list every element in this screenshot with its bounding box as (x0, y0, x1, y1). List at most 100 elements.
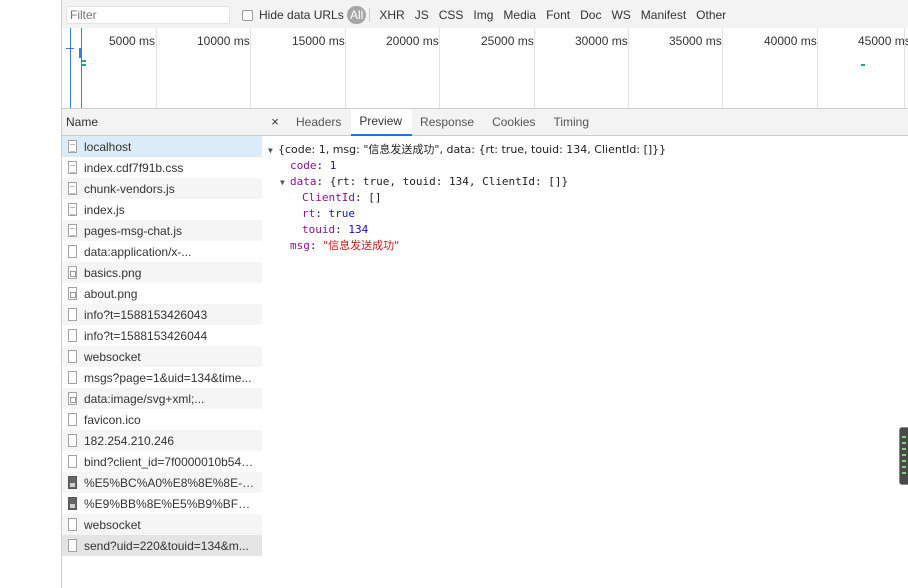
type-filter-font[interactable]: Font (541, 6, 575, 24)
request-row[interactable]: websocket (62, 346, 262, 367)
type-filter-xhr[interactable]: XHR (374, 6, 409, 24)
doc-icon (68, 224, 77, 237)
image-icon (68, 266, 77, 279)
close-details-icon[interactable]: × (262, 109, 288, 135)
hide-data-urls-checkbox[interactable] (242, 9, 253, 21)
type-filter-media[interactable]: Media (498, 6, 541, 24)
timeline-tick-label: 30000 ms (575, 34, 628, 48)
timeline-overview[interactable]: 5000 ms 10000 ms 15000 ms 20000 ms 25000… (62, 28, 908, 109)
request-row[interactable]: index.cdf7f91b.css (62, 157, 262, 178)
type-filter-ws[interactable]: WS (606, 6, 635, 24)
request-row-selected[interactable]: send?uid=220&touid=134&m... (62, 535, 262, 556)
timeline-tick-label: 40000 ms (764, 34, 817, 48)
type-filter-js[interactable]: JS (410, 6, 434, 24)
timeline-tick: 30000 ms (575, 28, 629, 108)
hide-data-urls-toggle[interactable]: Hide data URLs (242, 8, 344, 22)
request-name: msgs?page=1&uid=134&time... (84, 370, 252, 385)
request-name: websocket (84, 517, 141, 532)
timeline-tick-label: 5000 ms (109, 34, 156, 48)
request-name: data:image/svg+xml;... (84, 391, 205, 406)
file-icon (68, 455, 77, 468)
request-row[interactable]: info?t=1588153426043 (62, 304, 262, 325)
request-row[interactable]: pages-msg-chat.js (62, 220, 262, 241)
type-divider (369, 8, 371, 22)
request-row[interactable]: about.png (62, 283, 262, 304)
request-details-pane: × Headers Preview Response Cookies Timin… (262, 109, 908, 588)
type-filter-other[interactable]: Other (691, 6, 731, 24)
expand-triangle-icon[interactable]: ▼ (280, 175, 290, 191)
request-row[interactable]: %E9%BB%8E%E5%B9%BF%E6... (62, 493, 262, 514)
json-root-summary: {code: 1, msg: "信息发送成功", data: {rt: true… (278, 143, 667, 156)
request-row[interactable]: index.js (62, 199, 262, 220)
json-property: rt: true (302, 207, 356, 220)
request-name: info?t=1588153426043 (84, 307, 208, 322)
json-object-line[interactable]: ▼ data: {rt: true, touid: 134, ClientId: … (262, 174, 908, 190)
timeline-tick-label: 15000 ms (292, 34, 345, 48)
filter-input[interactable] (66, 6, 230, 24)
timeline-request-bar (82, 60, 86, 62)
json-key: rt (302, 207, 316, 220)
json-number: 134 (348, 223, 369, 236)
tab-preview[interactable]: Preview (351, 109, 413, 136)
json-root-line[interactable]: ▼ {code: 1, msg: "信息发送成功", data: {rt: tru… (262, 142, 908, 158)
widget-mark (902, 466, 906, 468)
tab-timing[interactable]: Timing (545, 109, 599, 135)
image-icon (68, 287, 77, 300)
json-array: [] (368, 191, 382, 204)
request-name: %E9%BB%8E%E5%B9%BF%E6... (84, 496, 256, 511)
timeline-tick-label: 35000 ms (669, 34, 722, 48)
request-row[interactable]: %E5%BC%A0%E8%8E%8E-201... (62, 472, 262, 493)
request-name: info?t=1588153426044 (84, 328, 208, 343)
json-preview: ▼ {code: 1, msg: "信息发送成功", data: {rt: tru… (262, 136, 908, 254)
page-background (0, 0, 61, 588)
timeline-tick: 45000 ms (858, 28, 908, 108)
type-filter-css[interactable]: CSS (434, 6, 469, 24)
tab-headers[interactable]: Headers (288, 109, 351, 135)
widget-mark (902, 448, 906, 450)
request-row[interactable]: msgs?page=1&uid=134&time... (62, 367, 262, 388)
doc-icon (68, 161, 77, 174)
json-property: msg: "信息发送成功" (290, 239, 400, 252)
devtools-network-panel: Hide data URLs All XHR JS CSS Img Media … (61, 0, 908, 588)
request-name: pages-msg-chat.js (84, 223, 183, 238)
filter-toolbar: Hide data URLs All XHR JS CSS Img Media … (62, 0, 908, 29)
file-icon (68, 329, 77, 342)
timeline-tick-label: 10000 ms (197, 34, 250, 48)
request-row[interactable]: websocket (62, 514, 262, 535)
request-row[interactable]: 182.254.210.246 (62, 430, 262, 451)
tab-response[interactable]: Response (412, 109, 484, 135)
request-row[interactable]: chunk-vendors.js (62, 178, 262, 199)
timeline-tick: 15000 ms (292, 28, 346, 108)
photo-icon (68, 497, 77, 510)
side-scroll-widget[interactable] (899, 427, 908, 485)
request-row[interactable]: info?t=1588153426044 (62, 325, 262, 346)
widget-mark (902, 454, 906, 456)
request-name: %E5%BC%A0%E8%8E%8E-201... (84, 475, 256, 490)
timeline-request-bar (82, 64, 86, 66)
file-icon (68, 434, 77, 447)
type-filter-manifest[interactable]: Manifest (636, 6, 691, 24)
request-row[interactable]: data:image/svg+xml;... (62, 388, 262, 409)
type-filter-all[interactable]: All (347, 6, 367, 24)
doc-icon (68, 140, 77, 153)
timeline-tick-label: 20000 ms (386, 34, 439, 48)
request-row[interactable]: localhost (62, 136, 262, 157)
timeline-tick: 40000 ms (764, 28, 818, 108)
request-row[interactable]: basics.png (62, 262, 262, 283)
request-list: Name localhost index.cdf7f91b.css chunk-… (62, 109, 263, 588)
type-filter-doc[interactable]: Doc (575, 6, 606, 24)
type-filter-img[interactable]: Img (468, 6, 498, 24)
request-name: favicon.ico (84, 412, 141, 427)
tab-cookies[interactable]: Cookies (484, 109, 545, 135)
request-name: basics.png (84, 265, 142, 280)
request-row[interactable]: bind?client_id=7f0000010b540... (62, 451, 262, 472)
json-boolean: true (328, 207, 356, 220)
name-column-header[interactable]: Name (62, 109, 262, 136)
request-row[interactable]: data:application/x-... (62, 241, 262, 262)
request-name: index.js (84, 202, 125, 217)
json-key: code (290, 159, 317, 172)
hide-data-urls-label: Hide data URLs (259, 8, 344, 22)
expand-triangle-icon[interactable]: ▼ (268, 143, 278, 159)
file-icon (68, 539, 77, 552)
request-row[interactable]: favicon.ico (62, 409, 262, 430)
